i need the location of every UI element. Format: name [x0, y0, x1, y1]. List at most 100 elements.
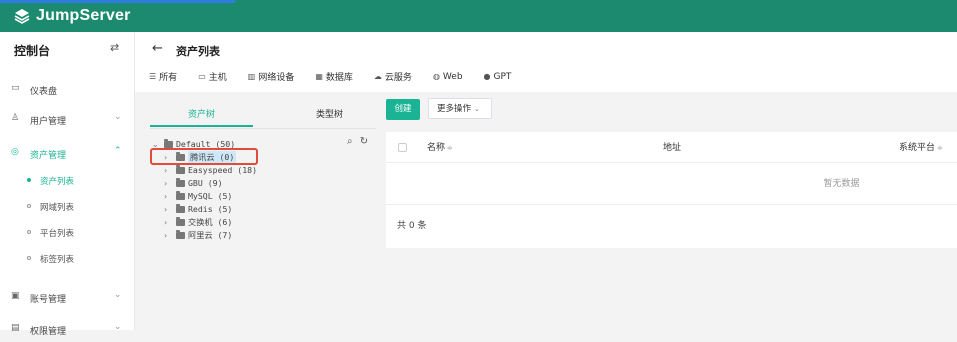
page-header: ← 资产列表 ☰ 所有 ▭ 主机 ▥ 网络设备 ▦ 数据库 ☁ 云服务 ◍ Web ● GPT — [135, 32, 957, 92]
sidebar-subitem-label-list[interactable]: 标签列表 — [0, 248, 134, 270]
page-title: 资产列表 — [176, 45, 220, 58]
select-all-checkbox[interactable] — [398, 143, 407, 152]
folder-icon — [176, 190, 185, 200]
tab-label: 网络设备 — [258, 73, 295, 83]
tab-web[interactable]: ◍ Web — [433, 72, 463, 82]
sidebar-header: 控制台 ⇄ — [0, 32, 134, 66]
create-button[interactable]: 创建 — [386, 99, 420, 120]
tab-database[interactable]: ▦ 数据库 — [315, 70, 353, 83]
tab-label: Web — [442, 71, 463, 82]
more-actions-label: 更多操作 — [437, 104, 472, 114]
tab-cloud[interactable]: ☁ 云服务 — [374, 70, 412, 83]
tab-label: 所有 — [159, 73, 178, 83]
tab-label: 主机 — [208, 73, 227, 83]
sidebar-item-label: 权限管理 — [30, 327, 67, 337]
search-icon[interactable]: ⌕ — [347, 136, 353, 147]
table-header: 名称 ≑ 地址 系统平台 ≑ — [386, 132, 957, 163]
chevron-right-icon[interactable]: › — [164, 231, 176, 240]
tab-type-tree[interactable]: 类型树 — [316, 107, 343, 120]
sidebar-item-label: 资产管理 — [30, 151, 67, 161]
chevron-down-icon: ⌄ — [114, 290, 122, 300]
loading-accent-bar — [0, 0, 235, 3]
sidebar-item-assets[interactable]: ◎ 资产管理 ⌃ — [0, 140, 134, 166]
app-logo[interactable]: JumpServer — [14, 7, 131, 25]
list-icon: ☰ — [149, 72, 157, 81]
chevron-right-icon[interactable]: › — [164, 218, 176, 227]
column-label: 名称 — [427, 143, 446, 153]
folder-icon — [176, 203, 185, 213]
asset-type-tabs: ☰ 所有 ▭ 主机 ▥ 网络设备 ▦ 数据库 ☁ 云服务 ◍ Web ● GPT — [149, 70, 532, 84]
sidebar-subitem-domain-list[interactable]: 网域列表 — [0, 196, 134, 218]
sidebar-item-label: 仪表盘 — [30, 87, 58, 97]
column-label: 系统平台 — [899, 143, 936, 153]
sort-icon[interactable]: ≑ — [447, 144, 453, 152]
sidebar-title: 控制台 — [14, 44, 51, 58]
tab-label: 云服务 — [384, 73, 412, 83]
sidebar-item-label: 用户管理 — [30, 117, 67, 127]
chevron-up-icon: ⌃ — [114, 146, 122, 156]
tree-tools: ⌕ ↻ — [347, 136, 368, 147]
cloud-icon: ☁ — [373, 72, 382, 81]
pagination-total: 共 0 条 — [397, 221, 427, 231]
folder-icon — [176, 164, 185, 174]
database-icon: ▦ — [315, 72, 323, 81]
asset-table: 名称 ≑ 地址 系统平台 ≑ 暂无数据 共 0 条 — [386, 132, 957, 248]
sort-icon[interactable]: ≑ — [937, 144, 943, 152]
tree-node[interactable]: › 阿里云 (7) — [164, 229, 232, 241]
sidebar-item-permissions[interactable]: ▤ 权限管理 ⌄ — [0, 316, 134, 342]
permissions-icon: ▤ — [11, 323, 20, 333]
tree-node[interactable]: › GBU (9) — [164, 177, 223, 189]
chevron-down-icon: ⌄ — [474, 105, 480, 113]
tab-gpt[interactable]: ● GPT — [484, 72, 512, 82]
tab-network-device[interactable]: ▥ 网络设备 — [248, 70, 295, 83]
bullet-icon — [27, 204, 31, 208]
tab-asset-tree[interactable]: 资产树 — [188, 107, 215, 120]
sidebar-subitem-label: 标签列表 — [40, 255, 75, 265]
gpt-icon: ● — [483, 72, 491, 81]
tree-tabs: 资产树 类型树 — [150, 98, 376, 129]
chevron-right-icon[interactable]: › — [164, 205, 176, 214]
column-header-platform[interactable]: 系统平台 ≑ — [899, 140, 943, 153]
tab-label: GPT — [493, 71, 512, 82]
host-icon: ▭ — [198, 72, 206, 81]
bullet-icon — [27, 230, 31, 234]
tree-node-label: GBU (9) — [188, 178, 223, 188]
tab-all[interactable]: ☰ 所有 — [149, 70, 177, 83]
users-icon: ♙ — [11, 113, 20, 123]
network-device-icon: ▥ — [247, 72, 256, 81]
chevron-right-icon[interactable]: › — [164, 179, 176, 188]
top-bar: JumpServer — [0, 0, 957, 32]
chevron-right-icon[interactable]: › — [164, 192, 176, 201]
folder-icon — [176, 229, 185, 239]
sidebar-subitem-platform-list[interactable]: 平台列表 — [0, 222, 134, 244]
more-actions-dropdown[interactable]: 更多操作 ⌄ — [428, 98, 492, 119]
sidebar-toggle-icon[interactable]: ⇄ — [110, 41, 119, 54]
chevron-right-icon[interactable]: › — [164, 166, 176, 175]
sidebar-item-accounts[interactable]: ▣ 账号管理 ⌄ — [0, 284, 134, 310]
empty-state-text: 暂无数据 — [823, 179, 860, 189]
jumpserver-logo-icon — [14, 9, 30, 24]
tree-node-label: MySQL (5) — [188, 191, 233, 201]
column-header-name[interactable]: 名称 ≑ — [427, 140, 453, 153]
tree-node[interactable]: › 交换机 (6) — [164, 216, 232, 228]
sidebar-item-users[interactable]: ♙ 用户管理 ⌄ — [0, 106, 134, 132]
app-name: JumpServer — [36, 7, 131, 24]
sidebar-subitem-label: 平台列表 — [40, 229, 75, 239]
bullet-icon — [27, 256, 31, 260]
tree-node[interactable]: › Easyspeed (18) — [164, 164, 257, 176]
folder-icon — [176, 177, 185, 187]
tree-node-label: 交换机 (6) — [188, 217, 233, 227]
accounts-icon: ▣ — [11, 291, 20, 301]
back-arrow-icon[interactable]: ← — [152, 41, 163, 56]
refresh-icon[interactable]: ↻ — [360, 136, 368, 147]
selection-highlight-box — [150, 148, 258, 165]
sidebar: 控制台 ⇄ ▭ 仪表盘 ♙ 用户管理 ⌄ ◎ 资产管理 ⌃ 资产列表 网域列表 … — [0, 32, 135, 337]
tree-node[interactable]: › Redis (5) — [164, 203, 232, 215]
sidebar-item-dashboard[interactable]: ▭ 仪表盘 — [0, 76, 134, 102]
tab-label: 数据库 — [325, 73, 353, 83]
tree-node-label: Redis (5) — [188, 204, 233, 214]
sidebar-subitem-asset-list[interactable]: 资产列表 — [0, 170, 134, 192]
tab-host[interactable]: ▭ 主机 — [198, 70, 227, 83]
column-header-address: 地址 — [663, 143, 682, 153]
tree-node[interactable]: › MySQL (5) — [164, 190, 232, 202]
